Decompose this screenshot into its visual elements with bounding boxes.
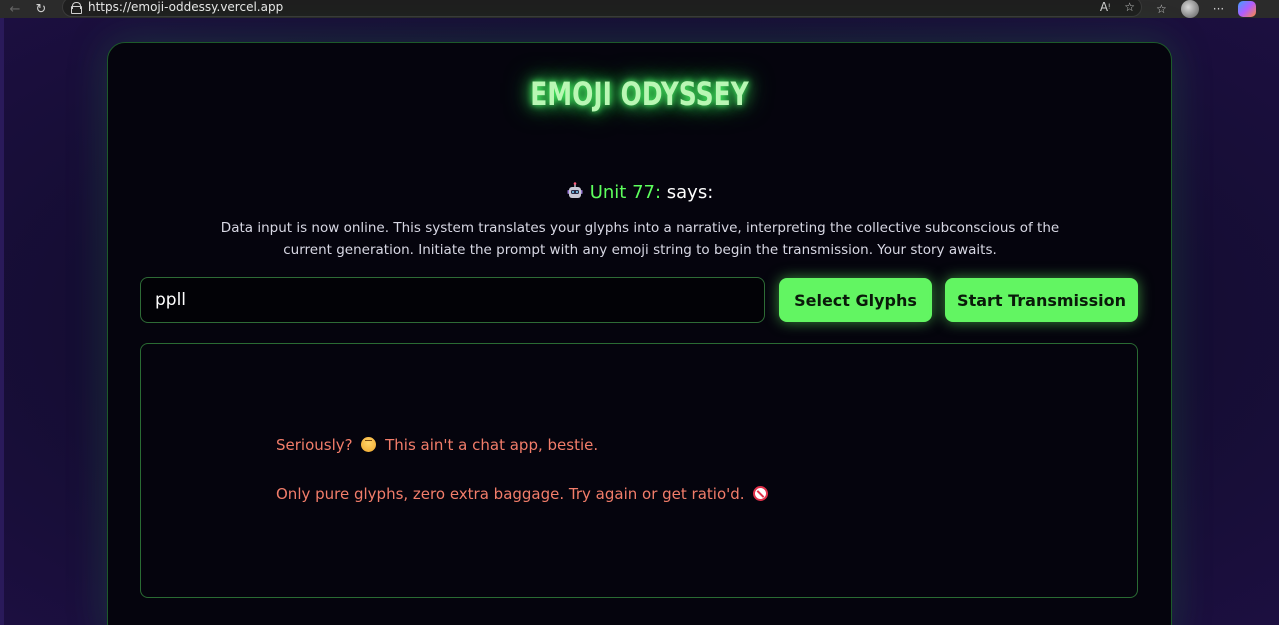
copilot-icon[interactable] [1238, 1, 1257, 17]
error-text-c: Only pure glyphs, zero extra baggage. Tr… [276, 485, 750, 503]
speaker-name: Unit 77: [589, 182, 662, 203]
glyph-input[interactable] [140, 277, 765, 323]
page-edge [0, 18, 4, 625]
error-text-a: Seriously? [276, 436, 358, 454]
speaker-verb: says: [661, 182, 714, 203]
speaker-line: Unit 77: says: [0, 182, 1279, 203]
lock-icon[interactable] [71, 2, 82, 14]
start-transmission-button[interactable]: Start Transmission [945, 278, 1138, 322]
select-glyphs-button[interactable]: Select Glyphs [779, 278, 932, 322]
address-bar[interactable]: https://emoji-oddessy.vercel.app Aᵎ ☆ [62, 0, 1142, 17]
more-menu-icon[interactable]: ··· [1213, 2, 1224, 16]
back-arrow-icon[interactable]: ← [6, 0, 24, 18]
face-with-rolling-eyes-icon [361, 437, 377, 452]
output-panel [140, 343, 1138, 598]
error-message-line1: Seriously? This ain't a chat app, bestie… [276, 436, 598, 454]
reload-icon[interactable]: ↻ [32, 0, 50, 18]
favorites-bar-icon[interactable]: ☆ [1156, 2, 1167, 16]
read-aloud-icon[interactable]: Aᵎ [1100, 0, 1110, 14]
error-text-b: This ain't a chat app, bestie. [380, 436, 599, 454]
robot-icon [567, 182, 583, 198]
intro-text: Data input is now online. This system tr… [220, 220, 1060, 258]
browser-toolbar: ← ↻ https://emoji-oddessy.vercel.app Aᵎ … [0, 0, 1279, 18]
url-text[interactable]: https://emoji-oddessy.vercel.app [88, 0, 283, 14]
error-message-line2: Only pure glyphs, zero extra baggage. Tr… [276, 485, 769, 503]
app-title: EMOJI ODYSSEY [530, 75, 749, 113]
favorite-star-icon[interactable]: ☆ [1124, 0, 1135, 14]
prohibited-icon [753, 486, 769, 501]
profile-avatar[interactable] [1180, 0, 1199, 18]
